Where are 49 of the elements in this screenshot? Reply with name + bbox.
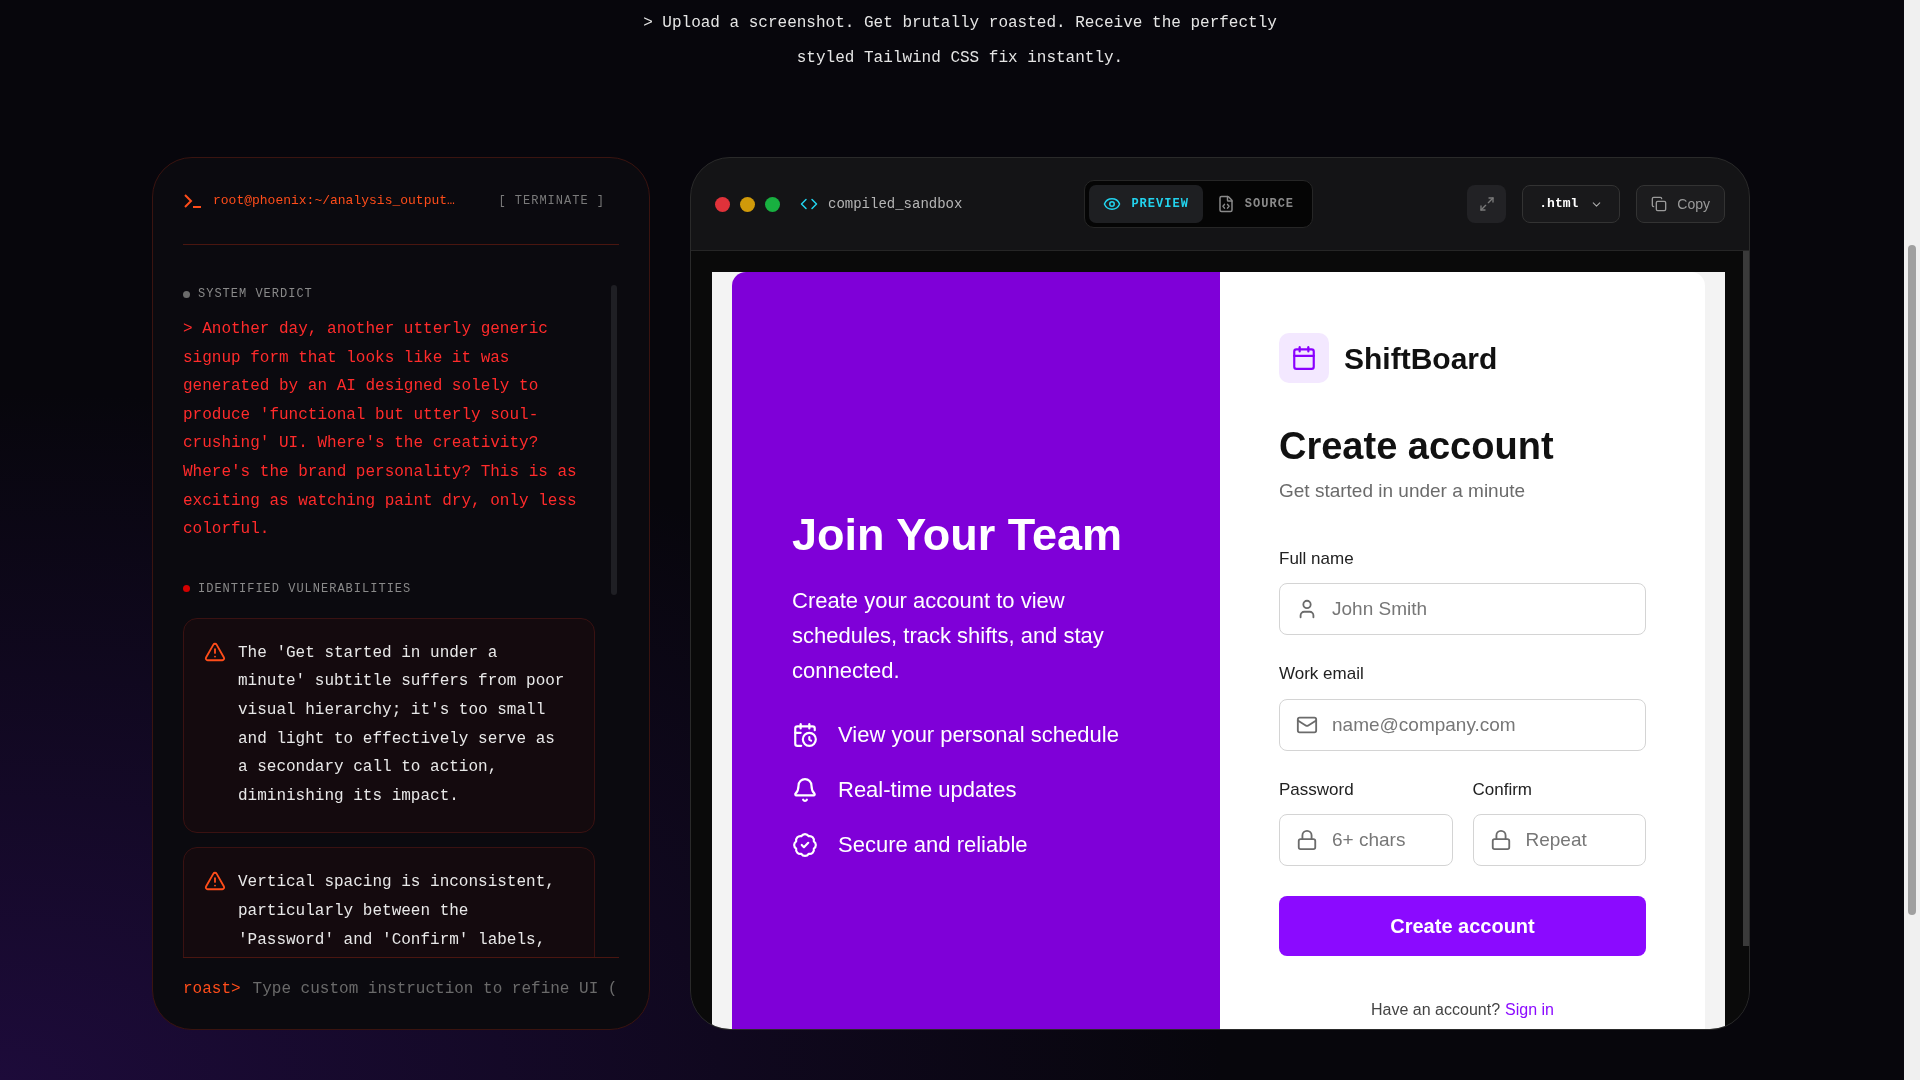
calendar-icon [1291,345,1317,371]
feature-label: Secure and reliable [838,832,1028,858]
file-code-icon [1216,195,1235,213]
view-tab[interactable]: SOURCE [1202,185,1309,223]
terminate-button[interactable]: [ TERMINATE ] [498,192,605,210]
fullscreen-button[interactable] [1467,185,1507,223]
verdict-text: > Another day, another utterly generic signup form that looks like it was generated by an AI designed solely to produce 'functional but utterly soul-crushing' UI. Where's the creativity? Where's the brand personality? This is as exciting as watching paint dry, only less colorful. [183,319,578,541]
section-label: IDENTIFIED VULNERABILITIES [198,580,412,598]
calendar-icon [792,722,818,748]
expand-icon [1478,196,1495,212]
field-label: Full name [1279,547,1355,570]
hero-title: Join Your Team [792,508,1124,562]
format-dropdown[interactable]: .html [1522,185,1621,223]
sandbox-title: compiled_sandbox [828,194,963,214]
create-account-button[interactable]: Create account [1279,896,1646,956]
lock-icon [1296,829,1318,851]
feature-label: Real-time updates [838,777,1017,803]
lock-icon [1489,829,1512,851]
issue-text: Vertical spacing is inconsistent, particularly between the 'Password' and 'Confirm' labels, [238,872,556,951]
instruction-input[interactable]: Type custom instruction to refine UI ( [252,976,619,1001]
bell-icon [792,777,818,803]
eye-icon [1103,195,1122,213]
badge-check-icon [792,832,818,858]
feature-label: View your personal schedule [838,722,1119,748]
field-label: Work email [1279,663,1365,685]
text-field[interactable]: John Smith [1279,583,1646,635]
copy-icon [1651,196,1668,212]
section-label: SYSTEM VERDICT [198,286,313,303]
sign-in-link[interactable]: Sign in [1505,998,1554,1022]
copy-button[interactable]: Copy [1636,185,1725,223]
warning-icon [204,640,226,663]
tagline: > Upload a screenshot. Get brutally roasted. Receive the perfectly styled Tailwind CSS fix instantly. [642,13,1278,69]
terminal-path: root@phoenix:~/analysis_output… [213,192,455,211]
brand-name: ShiftBoard [1344,340,1498,377]
form-subtitle: Get started in under a minute [1279,479,1527,503]
warning-icon [204,870,226,893]
field-label: Password [1279,778,1355,801]
issue-text: The 'Get started in under a minute' subtitle suffers from poor visual hierarchy; it's too small and light to effectively serve as a secondary call to action, diminishing its impact. [238,642,566,807]
text-field[interactable]: 6+ chars [1279,814,1453,866]
scrollbar-thumb[interactable] [1908,245,1916,915]
hero-text: Create your account to view schedules, track shifts, and stay connected. [792,587,1105,685]
field-label: Confirm [1472,778,1533,801]
footer-text: Have an account? [1371,1000,1501,1020]
prompt-label: roast> [183,978,241,1000]
text-field[interactable]: Repeat [1472,814,1646,866]
text-field[interactable]: name@company.com [1279,698,1646,751]
form-title: Create account [1279,424,1555,469]
prompt-icon [183,193,203,209]
view-tab[interactable]: PREVIEW [1089,185,1203,223]
